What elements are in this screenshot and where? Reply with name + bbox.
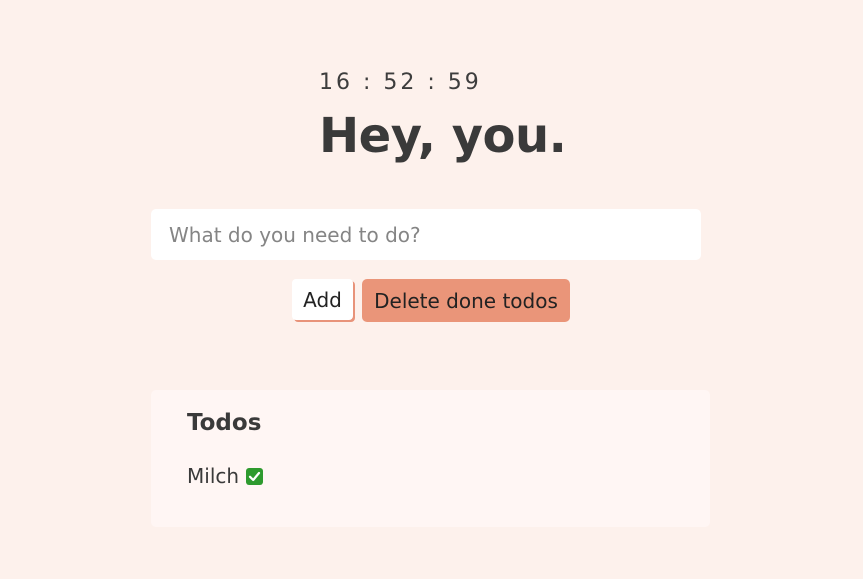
- todo-list: Milch: [187, 464, 264, 488]
- greeting-title: Hey, you.: [319, 108, 567, 164]
- todo-panel: Todos Milch: [151, 390, 710, 527]
- check-mark-icon: [246, 467, 264, 485]
- todo-item-label: Milch: [187, 464, 240, 488]
- todo-input[interactable]: [151, 209, 701, 260]
- clock: 16 : 52 : 59: [319, 70, 482, 95]
- add-button[interactable]: Add: [292, 279, 353, 320]
- todos-heading: Todos: [187, 410, 262, 436]
- delete-done-todos-button[interactable]: Delete done todos: [362, 279, 570, 322]
- todo-item[interactable]: Milch: [187, 464, 264, 488]
